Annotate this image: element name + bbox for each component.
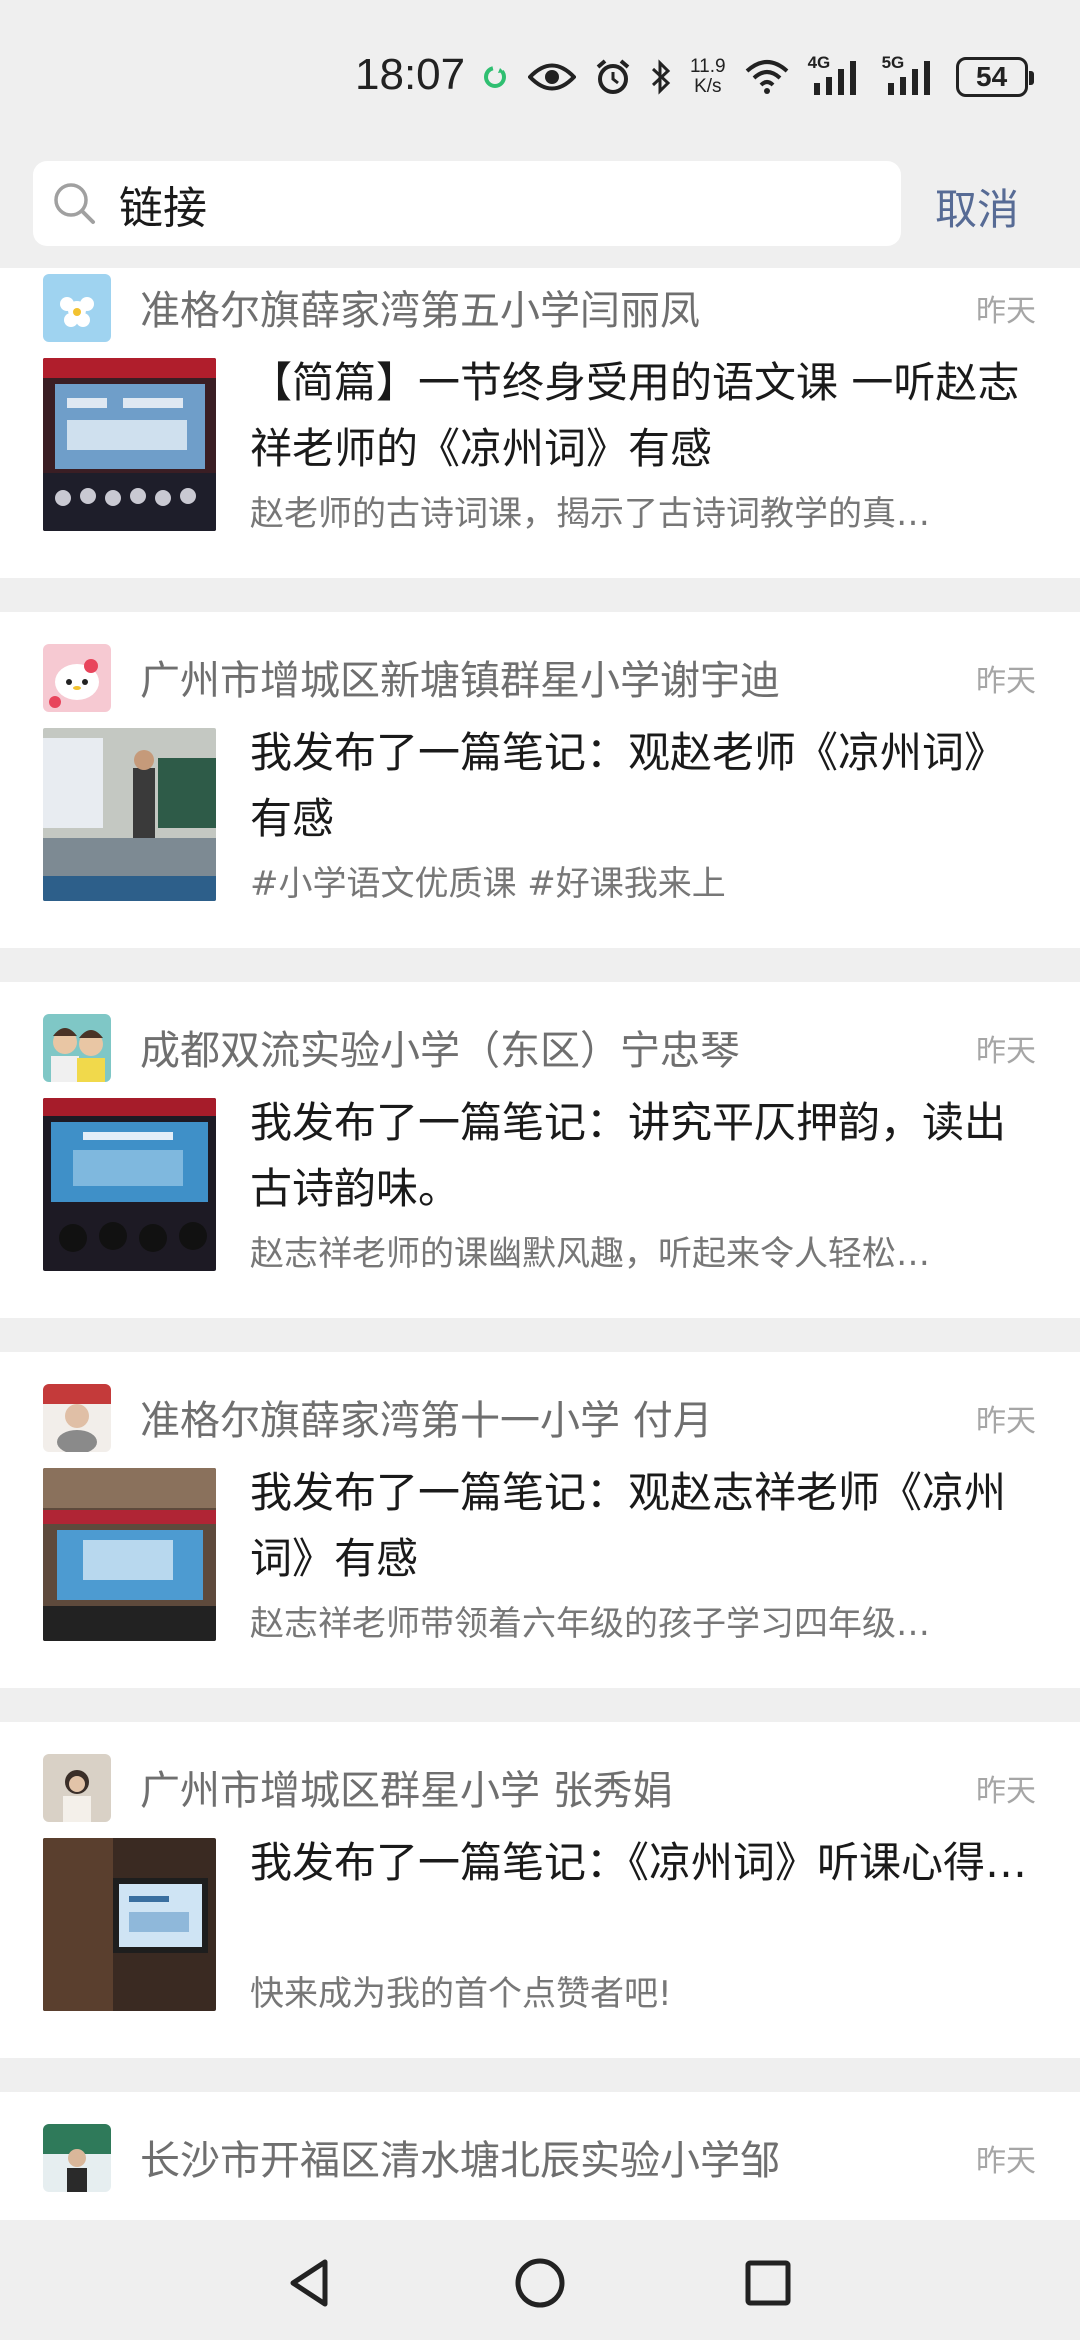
result-card[interactable]: 广州市增城区新塘镇群星小学谢宇迪 昨天 我发布了一篇笔记：观赵老师《凉州词》有感… [0, 612, 1080, 948]
status-time: 18:07 [355, 50, 466, 99]
speed-value: 11.9 [690, 56, 726, 77]
post-description: 赵志祥老师带领着六年级的孩子学习四年级… [250, 1604, 930, 1644]
avatar [43, 2124, 111, 2192]
thumbnail [43, 358, 216, 531]
post-description: #小学语文优质课 #好课我来上 [250, 864, 726, 904]
avatar [43, 1384, 111, 1452]
result-card[interactable]: 准格尔旗薛家湾第五小学闫丽凤 昨天 【简篇】一节终身受用的语文课 一听赵志祥老师… [0, 268, 1080, 578]
post-description: 赵老师的古诗词课，揭示了古诗词教学的真… [250, 494, 930, 534]
result-card[interactable]: 广州市增城区群星小学 张秀娟 昨天 我发布了一篇笔记：《凉州词》听课心得… 快来… [0, 1722, 1080, 2058]
recents-button[interactable] [733, 2248, 803, 2318]
result-card[interactable]: 准格尔旗薛家湾第十一小学 付月 昨天 我发布了一篇笔记：观赵志祥老师《凉州词》有… [0, 1352, 1080, 1688]
status-bar: 18:07 11.9 K/s 4G 5G 54 [0, 0, 1080, 150]
author-name: 成都双流实验小学（东区）宁忠琴 [140, 1028, 740, 1074]
author-name: 准格尔旗薛家湾第五小学闫丽凤 [140, 288, 700, 334]
thumbnail [43, 1098, 216, 1271]
signal-4g: 4G [808, 53, 864, 97]
speed-unit: K/s [694, 76, 722, 97]
signal-bars-icon [813, 61, 856, 95]
battery-indicator: 54 [955, 57, 1034, 97]
post-description: 快来成为我的首个点赞者吧! [250, 1974, 672, 2014]
avatar [43, 644, 111, 712]
thumbnail [43, 1468, 216, 1641]
thumbnail [43, 728, 216, 901]
back-triangle-icon [290, 2259, 328, 2307]
post-date: 昨天 [976, 664, 1036, 699]
signal-bars-icon [887, 61, 930, 95]
post-date: 昨天 [976, 1034, 1036, 1069]
network-speed: 11.9 K/s [690, 57, 726, 97]
home-circle-icon [515, 2258, 565, 2308]
author-name: 广州市增城区群星小学 张秀娟 [140, 1768, 673, 1814]
post-title: 我发布了一篇笔记：讲究平仄押韵，读出古诗韵味。 [250, 1098, 1007, 1213]
result-card[interactable]: 长沙市开福区清水塘北辰实验小学邹 昨天 [0, 2092, 1080, 2220]
cancel-button[interactable]: 取消 [935, 176, 1019, 237]
author-name: 广州市增城区新塘镇群星小学谢宇迪 [140, 658, 780, 704]
post-title: 我发布了一篇笔记：观赵志祥老师《凉州词》有感 [250, 1468, 1007, 1583]
bluetooth-icon [651, 59, 671, 95]
signal-5g: 5G [882, 53, 938, 97]
status-icons: 11.9 K/s 4G 5G 54 [480, 52, 1034, 102]
wifi-icon [745, 60, 788, 94]
post-title: 我发布了一篇笔记：《凉州词》听课心得… [250, 1838, 1028, 1887]
avatar [43, 274, 111, 342]
post-date: 昨天 [976, 294, 1036, 329]
thumbnail [43, 1838, 216, 2011]
post-description: 赵志祥老师的课幽默风趣，听起来令人轻松… [250, 1234, 930, 1274]
sync-icon [484, 66, 506, 88]
system-navigation-bar [0, 2220, 1080, 2340]
alarm-icon [596, 59, 630, 94]
recents-square-icon [745, 2260, 791, 2306]
search-bar: 取消 [0, 150, 1080, 268]
search-icon [54, 182, 95, 224]
home-button[interactable] [505, 2248, 575, 2318]
post-title: 我发布了一篇笔记：观赵老师《凉州词》有感 [250, 728, 1007, 843]
author-name: 准格尔旗薛家湾第十一小学 付月 [140, 1398, 713, 1444]
search-results-list[interactable]: 准格尔旗薛家湾第五小学闫丽凤 昨天 【简篇】一节终身受用的语文课 一听赵志祥老师… [0, 268, 1080, 2220]
post-date: 昨天 [976, 1404, 1036, 1439]
search-box[interactable] [33, 161, 901, 246]
result-card[interactable]: 成都双流实验小学（东区）宁忠琴 昨天 我发布了一篇笔记：讲究平仄押韵，读出古诗韵… [0, 982, 1080, 1318]
search-input[interactable] [119, 178, 859, 229]
avatar [43, 1014, 111, 1082]
author-name: 长沙市开福区清水塘北辰实验小学邹 [140, 2138, 780, 2184]
post-title: 【简篇】一节终身受用的语文课 一听赵志祥老师的《凉州词》有感 [250, 358, 1020, 473]
post-date: 昨天 [976, 1774, 1036, 1809]
avatar [43, 1754, 111, 1822]
eye-icon [528, 63, 576, 91]
post-date: 昨天 [976, 2144, 1036, 2179]
back-button[interactable] [275, 2248, 345, 2318]
